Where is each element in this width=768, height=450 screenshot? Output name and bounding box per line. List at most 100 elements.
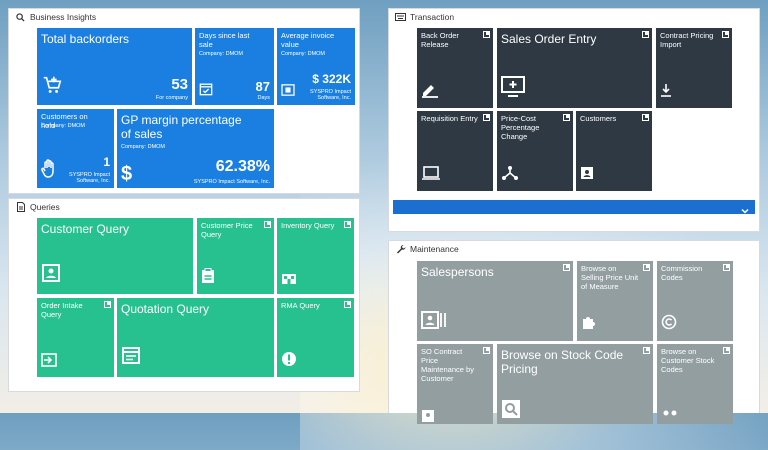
open-external-icon[interactable]: [723, 347, 730, 354]
tile-total-backorders[interactable]: Total backorders 53 For company: [37, 28, 192, 105]
tile-title: Sales Order Entry: [501, 32, 597, 46]
tile-title: Inventory Query: [281, 221, 335, 230]
contact-list-icon: [421, 311, 447, 334]
building-icon: [281, 270, 297, 289]
tile-caption: SYSPRO Impact Software, Inc.: [69, 172, 110, 184]
wrench-icon: [395, 244, 406, 255]
tile-title: Average invoice value: [281, 31, 335, 49]
cart-add-icon: [41, 74, 63, 101]
queries-header: Queries: [9, 199, 60, 215]
tile-title: Days since last sale: [199, 31, 250, 49]
chevron-down-icon: [741, 202, 749, 214]
tile-sales-order-entry[interactable]: Sales Order Entry: [497, 28, 652, 108]
business-insights-header: Business Insights: [9, 9, 96, 25]
open-external-icon[interactable]: [723, 264, 730, 271]
branch-icon: [501, 163, 519, 186]
transaction-title: Transaction: [410, 12, 455, 22]
open-external-icon[interactable]: [264, 221, 271, 228]
queries-panel: Queries Customer Query Customer Price Qu…: [8, 198, 360, 392]
open-external-icon[interactable]: [344, 301, 351, 308]
clipboard-icon: [201, 268, 215, 289]
pencil-icon: [421, 82, 439, 103]
tile-title: Customer Query: [41, 222, 130, 236]
tile-browse-customer-stock-codes[interactable]: Browse on Customer Stock Codes: [657, 344, 733, 424]
tile-caption: For company: [155, 95, 188, 101]
laptop-icon: [421, 166, 441, 185]
tile-title: Customers: [580, 114, 617, 123]
tile-gp-margin-percentage[interactable]: GP margin percentage of sales Company: D…: [117, 109, 274, 188]
tile-order-intake-query[interactable]: Order Intake Query: [37, 298, 114, 377]
tile-browse-stock-code-pricing[interactable]: Browse on Stock Code Pricing: [497, 344, 653, 424]
open-external-icon[interactable]: [344, 221, 351, 228]
tile-company: Company: DMOM: [199, 51, 244, 57]
tile-so-contract-price-maintenance[interactable]: SO Contract Price Maintenance by Custome…: [417, 344, 493, 424]
monitor-add-icon: [501, 76, 525, 103]
copyright-icon: [661, 314, 677, 335]
tile-price-cost-percentage-change[interactable]: Price-Cost Percentage Change: [497, 111, 573, 191]
hand-icon: [41, 159, 59, 184]
maintenance-panel: Maintenance Salespersons Browse on Selli…: [388, 240, 760, 424]
business-insights-title: Business Insights: [30, 12, 97, 22]
group-icon: [661, 408, 679, 424]
tile-average-invoice-value[interactable]: Average invoice value Company: DMOM $ 32…: [277, 28, 355, 105]
tile-customers-on-hold[interactable]: Customers on hold Company: DMOM 1 SYSPRO…: [37, 109, 114, 188]
tile-back-order-release[interactable]: Back Order Release: [417, 28, 493, 108]
tile-caption: Days: [257, 95, 270, 101]
alert-icon: [281, 351, 297, 372]
tile-salespersons[interactable]: Salespersons: [417, 261, 573, 341]
search-icon: [15, 12, 26, 23]
tile-title: Total backorders: [41, 32, 130, 46]
contact-card-icon: [41, 263, 61, 288]
open-external-icon[interactable]: [483, 347, 490, 354]
calendar-list-icon: [121, 345, 141, 370]
tile-customers[interactable]: Customers: [576, 111, 652, 191]
business-insights-panel: Business Insights Total backorders 53 Fo…: [8, 8, 360, 194]
open-external-icon[interactable]: [642, 114, 649, 121]
tile-caption: SYSPRO Impact Software, Inc.: [310, 89, 351, 101]
tile-customer-query[interactable]: Customer Query: [37, 218, 193, 294]
open-external-icon[interactable]: [642, 31, 649, 38]
tile-contract-pricing-import[interactable]: Contract Pricing Import: [656, 28, 732, 108]
tile-days-since-last-sale[interactable]: Days since last sale Company: DMOM 87 Da…: [195, 28, 274, 105]
tile-requisition-entry[interactable]: Requisition Entry: [417, 111, 493, 191]
transaction-expand-bar[interactable]: [393, 200, 755, 214]
transaction-header: Transaction: [389, 9, 454, 25]
input-icon: [41, 353, 57, 372]
tile-title: GP margin percentage of sales: [121, 113, 242, 141]
tile-browse-selling-price-uom[interactable]: Browse on Selling Price Unit of Measure: [577, 261, 653, 341]
tile-quotation-query[interactable]: Quotation Query: [117, 298, 274, 377]
open-external-icon[interactable]: [563, 264, 570, 271]
tile-customer-price-query[interactable]: Customer Price Query: [197, 218, 274, 294]
tile-title: Requisition Entry: [421, 114, 478, 123]
invoice-icon: [281, 83, 295, 101]
open-external-icon[interactable]: [643, 347, 650, 354]
open-external-icon[interactable]: [483, 114, 490, 121]
open-external-icon[interactable]: [643, 264, 650, 271]
tile-value: 87: [255, 79, 270, 94]
search-icon: [501, 399, 521, 424]
tile-company: Company: DMOM: [281, 51, 326, 57]
open-external-icon[interactable]: [563, 114, 570, 121]
tile-inventory-query[interactable]: Inventory Query: [277, 218, 354, 294]
tile-value: 62.38%: [215, 158, 270, 175]
tile-company: Company: DMOM: [41, 123, 86, 129]
open-external-icon[interactable]: [722, 31, 729, 38]
tile-title: Salespersons: [421, 265, 494, 279]
calendar-check-icon: [199, 82, 213, 101]
tile-value: 53: [171, 76, 188, 93]
tile-commission-codes[interactable]: Commission Codes: [657, 261, 733, 341]
transaction-panel: Transaction Back Order Release Sales Ord…: [388, 8, 760, 232]
open-external-icon[interactable]: [483, 31, 490, 38]
download-icon: [660, 83, 672, 102]
tile-value: $ 322K: [312, 72, 351, 86]
contact-card-icon: [580, 166, 594, 185]
queries-title: Queries: [30, 202, 60, 212]
dollar-icon: $: [121, 163, 133, 185]
tile-value: 1: [103, 155, 110, 169]
tile-caption: SYSPRO Impact Software, Inc.: [193, 179, 270, 185]
maintenance-header: Maintenance: [389, 241, 459, 257]
keyboard-icon: [395, 12, 406, 23]
document-icon: [15, 202, 26, 213]
open-external-icon[interactable]: [104, 301, 111, 308]
tile-rma-query[interactable]: RMA Query: [277, 298, 354, 377]
